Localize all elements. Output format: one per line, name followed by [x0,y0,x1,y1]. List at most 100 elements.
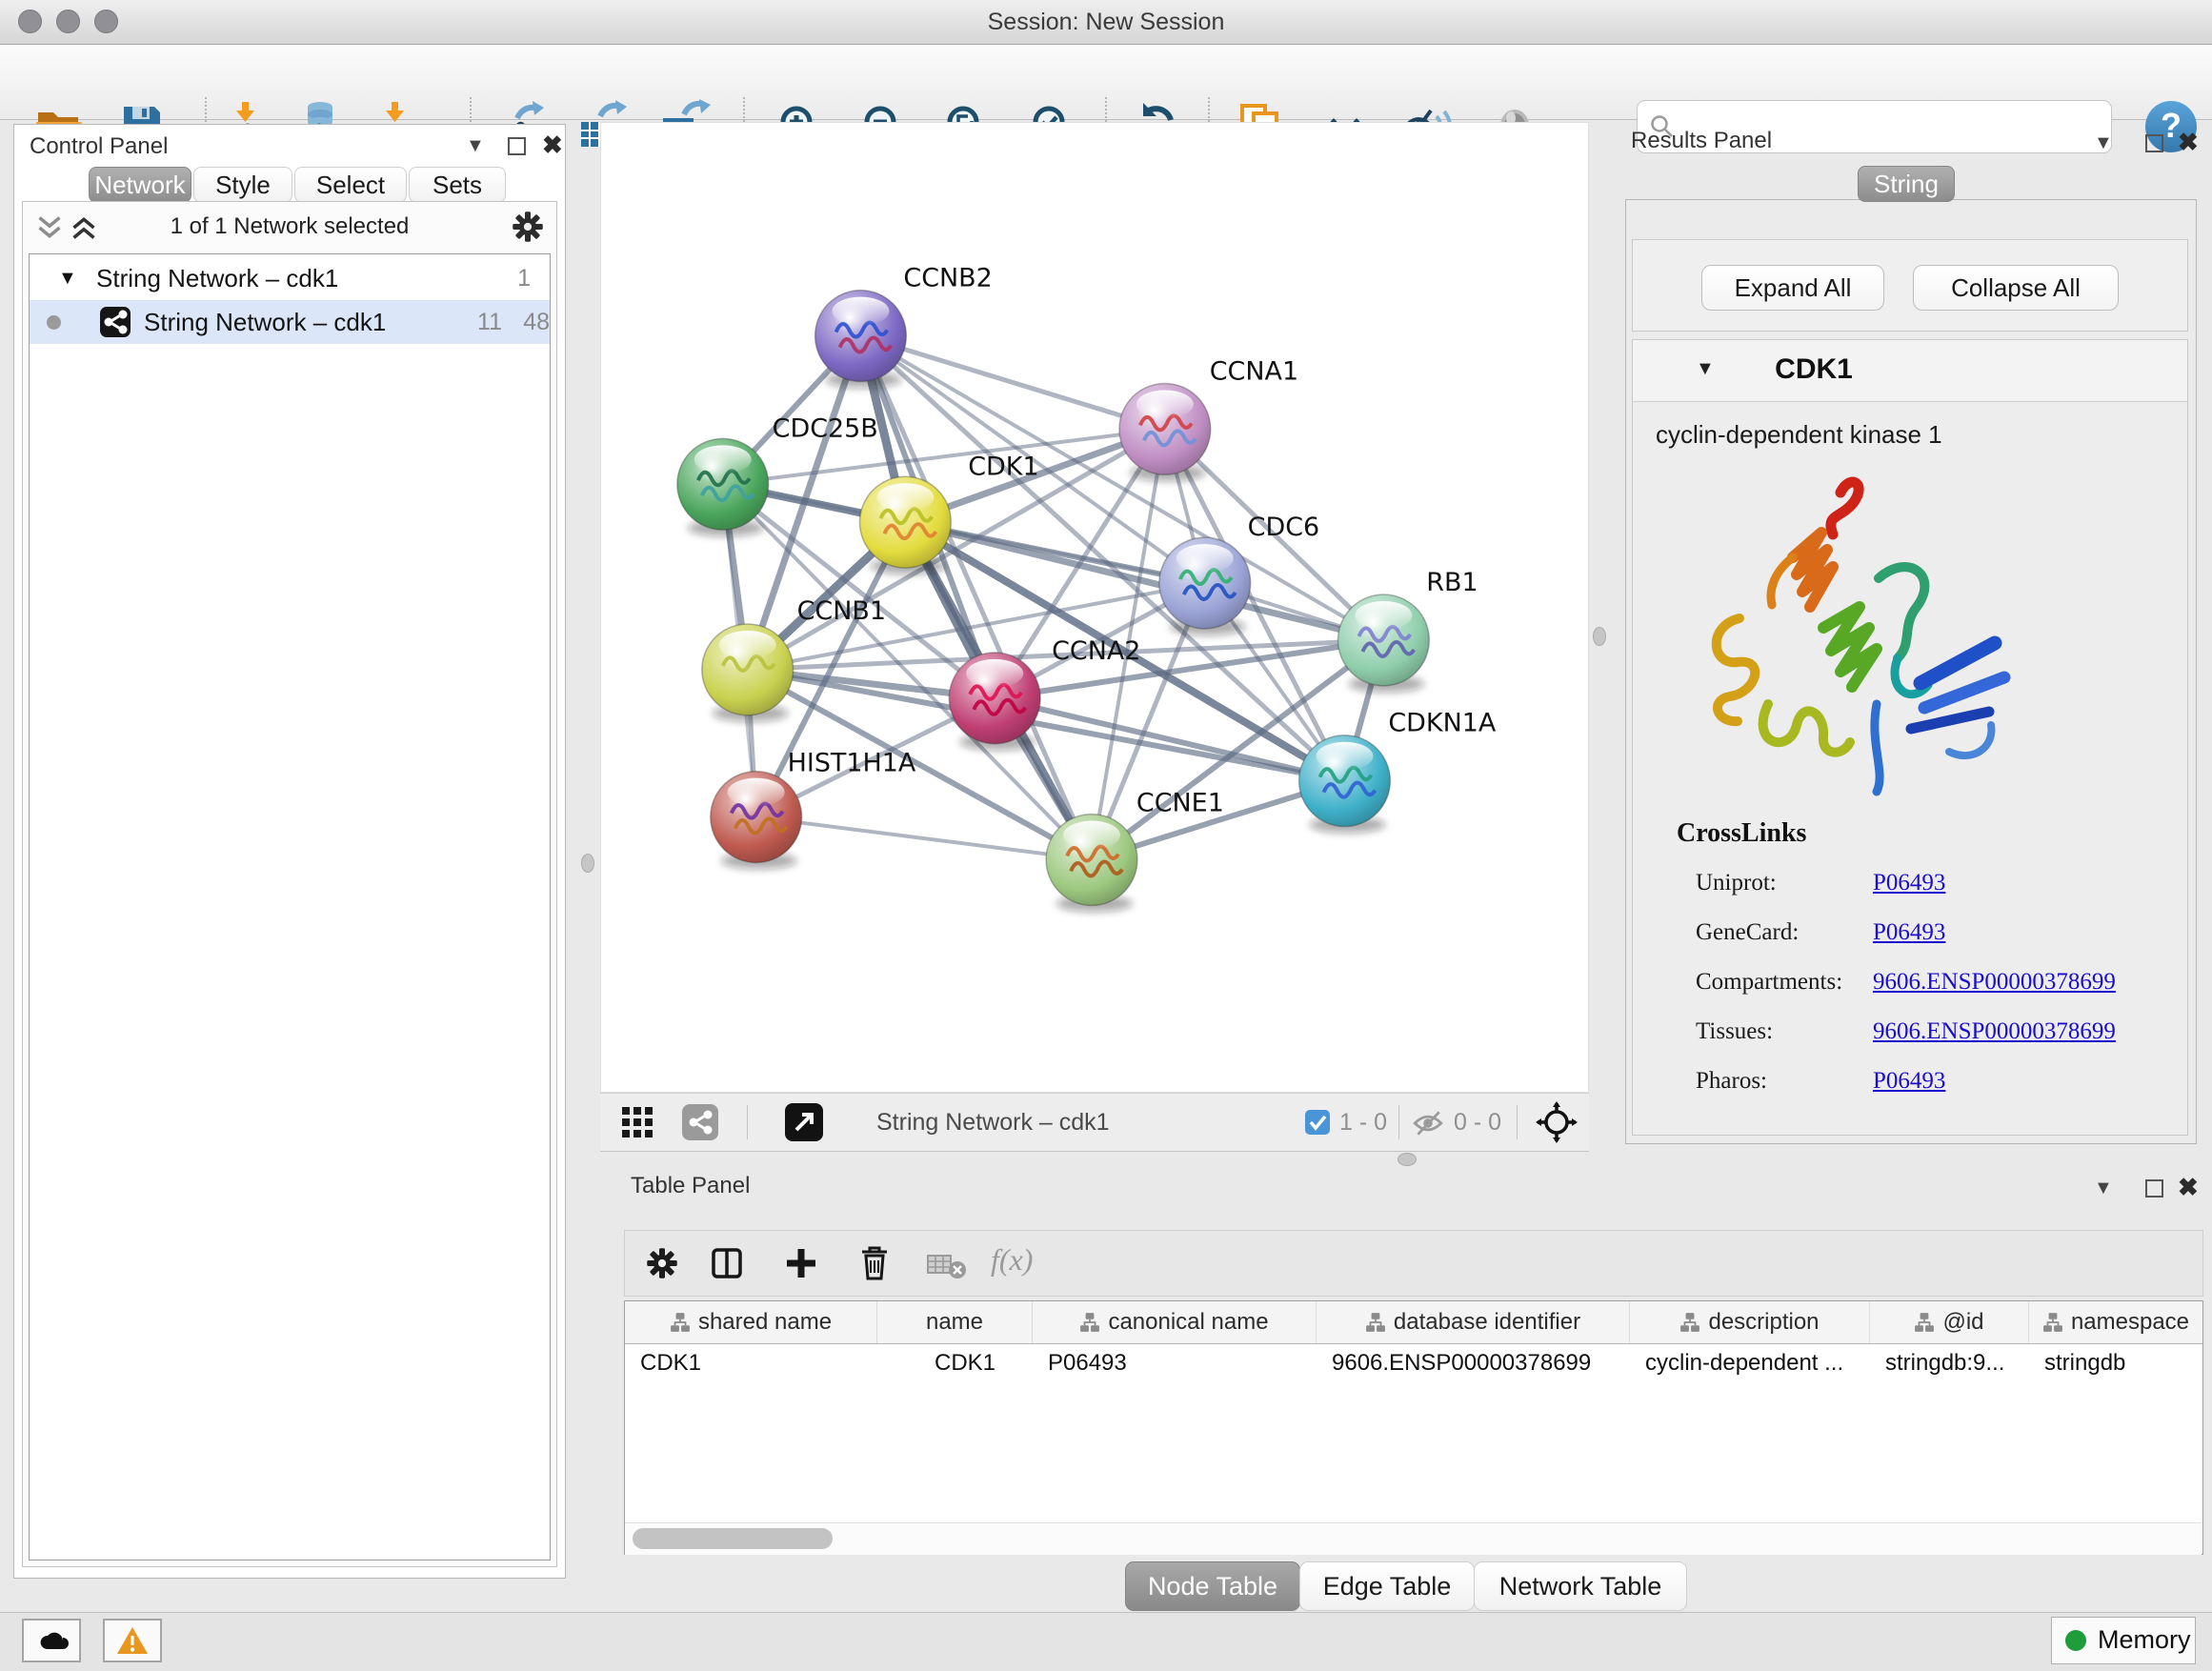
network-view-status-bar: String Network – cdk1 1 - 0 0 - 0 [600,1093,1589,1152]
tab-select[interactable]: Select [294,167,407,203]
crosslink-genecard-link[interactable]: P06493 [1873,919,1945,946]
network-node-count: 11 [460,300,502,344]
collection-caret-icon[interactable]: ▼ [58,269,77,288]
warnings-button[interactable] [103,1619,162,1662]
network-node-label: CDC25B [773,413,878,443]
collapse-all-button[interactable]: Collapse All [1913,265,2119,311]
control-panel-title: Control Panel [30,133,168,160]
network-status-dot [47,315,61,330]
expand-all-button[interactable]: Expand All [1701,265,1884,311]
column-header[interactable]: @id [1870,1301,2029,1343]
bottom-splitter-handle[interactable] [1398,1153,1417,1166]
hidden-eye-icon [1412,1107,1444,1139]
memory-status-dot [2065,1630,2086,1651]
network-edge[interactable] [756,817,1092,860]
tab-network-table[interactable]: Network Table [1474,1561,1687,1611]
title-bar: Session: New Session [0,0,2212,45]
crosslink-tissues-link[interactable]: 9606.ENSP00000378699 [1873,1018,2116,1045]
network-node-label: CCNA2 [1052,636,1140,666]
control-panel-maximize-button[interactable] [508,137,526,155]
control-panel-close-button[interactable]: ✖ [542,132,563,157]
table-panel-maximize-button[interactable] [2145,1179,2163,1198]
network-options-gear-icon[interactable] [511,210,545,244]
network-edge[interactable] [860,336,1164,430]
crosslink-pharos-link[interactable]: P06493 [1873,1068,1945,1095]
cloud-button[interactable] [22,1619,81,1662]
add-column-icon[interactable] [784,1246,818,1280]
table-toolbar: f(x) [624,1230,2203,1297]
crosslink-uniprot-link[interactable]: P06493 [1873,870,1945,896]
results-panel-maximize-button[interactable] [2145,134,2163,152]
results-panel-float-button[interactable]: ▼ [2094,133,2113,152]
tab-node-table[interactable]: Node Table [1125,1561,1300,1611]
crosshair-icon[interactable] [1536,1101,1578,1143]
memory-button[interactable]: Memory [2051,1617,2196,1664]
network-node-label: CDK1 [968,452,1038,481]
control-panel: Control Panel ▼ ✖ Network Style Select S… [13,124,566,1579]
table-horizontal-scrollbar[interactable] [625,1522,2202,1555]
network-node-label: CCNA1 [1210,356,1298,386]
gene-description: cyclin-dependent kinase 1 [1656,420,1942,450]
table-header-row: shared name name canonical name database… [625,1301,2202,1344]
status-divider [1517,1105,1518,1139]
expand-all-icon[interactable] [36,215,63,240]
right-splitter-handle[interactable] [1593,627,1606,646]
gene-collapse-caret-icon[interactable]: ▼ [1696,359,1715,378]
tab-style[interactable]: Style [193,167,292,203]
column-header[interactable]: name [877,1301,1033,1343]
crosslink-label: Uniprot: [1696,870,1777,896]
cloud-icon [32,1627,70,1654]
column-header[interactable]: namespace [2029,1301,2202,1343]
current-network-name: String Network – cdk1 [876,1094,1110,1151]
memory-label: Memory [2098,1625,2191,1655]
show-columns-icon[interactable] [710,1246,744,1280]
crosslink-label: GeneCard: [1696,919,1799,946]
column-header[interactable]: description [1630,1301,1870,1343]
network-node-label: CDKN1A [1388,709,1497,738]
network-row-selected[interactable]: String Network – cdk1 11 48 [30,300,550,344]
results-panel-close-button[interactable]: ✖ [2178,130,2199,154]
network-view-canvas[interactable]: CCNB2CCNA1CDC25BCDK1CDC6RB1CCNB1CCNA2CDK… [600,122,1589,1093]
table-panel-close-button[interactable]: ✖ [2178,1175,2199,1199]
network-tree: ▼ String Network – cdk1 1 String Network… [29,253,551,1560]
application-window: Session: New Session [0,0,2212,1671]
tab-sets[interactable]: Sets [409,167,506,203]
network-collection-row[interactable]: ▼ String Network – cdk1 1 [30,256,550,300]
birdseye-grid-icon[interactable] [621,1106,654,1138]
table-settings-gear-icon[interactable] [645,1246,679,1280]
status-divider [747,1105,748,1139]
selected-node-edge-counts: 1 - 0 [1339,1094,1387,1151]
tab-edge-table[interactable]: Edge Table [1299,1561,1475,1611]
open-in-window-icon[interactable] [785,1103,823,1141]
network-graph[interactable]: CCNB2CCNA1CDC25BCDK1CDC6RB1CCNB1CCNA2CDK… [601,123,1588,1092]
tab-network[interactable]: Network [89,167,191,203]
column-header[interactable]: database identifier [1317,1301,1630,1343]
scrollbar-thumb[interactable] [633,1528,833,1549]
control-panel-float-button[interactable]: ▼ [466,136,485,155]
delete-column-trash-icon[interactable] [856,1244,893,1282]
results-panel-body: Expand All Collapse All ▼ CDK1 cyclin-de… [1625,199,2197,1144]
warning-icon [115,1625,150,1656]
table-row[interactable]: CDK1 CDK1 P06493 9606.ENSP00000378699 cy… [625,1344,2202,1382]
bottom-status-bar: Memory [0,1612,2212,1671]
main-toolbar: ? [0,45,2212,120]
collection-count: 1 [477,256,531,300]
column-header[interactable]: shared name [625,1301,877,1343]
column-header[interactable]: canonical name [1033,1301,1317,1343]
results-gene-section: ▼ CDK1 cyclin-dependent kinase 1 [1632,339,2188,1136]
network-share-icon[interactable] [682,1104,718,1140]
network-node-label: CDC6 [1248,513,1320,542]
tab-string[interactable]: String [1858,166,1955,202]
hidden-node-edge-counts: 0 - 0 [1454,1094,1501,1151]
gene-section-header[interactable]: ▼ CDK1 [1633,340,2187,402]
gene-symbol: CDK1 [1747,353,1880,386]
crosslink-label: Compartments: [1696,969,1842,996]
table-panel-float-button[interactable]: ▼ [2094,1178,2113,1198]
left-splitter-handle[interactable] [581,854,594,873]
network-type-icon [100,307,131,337]
collection-label: String Network – cdk1 [96,256,338,300]
selected-checkbox-icon[interactable] [1305,1110,1330,1135]
collapse-all-icon[interactable] [70,215,97,240]
protein-structure-image [1680,466,2033,807]
crosslink-compartments-link[interactable]: 9606.ENSP00000378699 [1873,969,2116,996]
